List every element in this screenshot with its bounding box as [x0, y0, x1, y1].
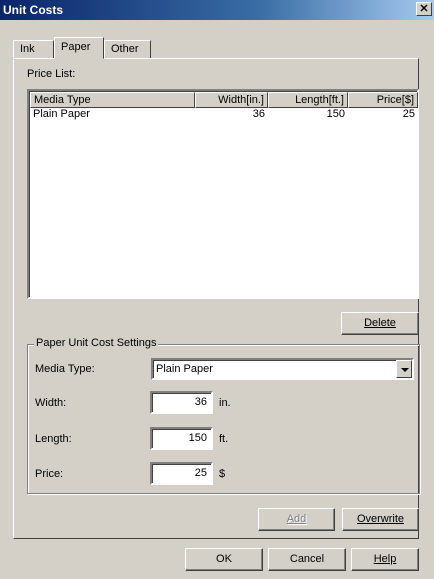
table-row[interactable]: Plain Paper 36 150 25	[30, 108, 416, 122]
price-list[interactable]: Media Type Width[in.] Length[ft.] Price[…	[27, 89, 419, 299]
cell-price: 25	[402, 108, 415, 120]
price-unit: $	[219, 468, 226, 480]
width-label: Width:	[35, 397, 67, 409]
help-button[interactable]: Help	[351, 548, 419, 571]
media-type-value: Plain Paper	[156, 363, 213, 375]
tab-other[interactable]: Other	[104, 40, 151, 59]
length-unit: ft.	[219, 433, 229, 445]
media-type-label: Media Type:	[35, 363, 95, 375]
chevron-down-icon[interactable]	[396, 360, 412, 378]
tab-paper[interactable]: Paper	[54, 37, 104, 59]
tab-ink[interactable]: Ink	[13, 40, 54, 59]
length-label: Length:	[35, 433, 72, 445]
cell-length: 150	[326, 108, 345, 120]
delete-button[interactable]: Delete	[341, 312, 419, 335]
add-button[interactable]: Add	[258, 508, 335, 531]
width-unit: in.	[219, 397, 231, 409]
price-list-header: Media Type Width[in.] Length[ft.] Price[…	[30, 92, 418, 108]
title-bar: Unit Costs ✕	[0, 0, 434, 20]
cell-media-type: Plain Paper	[33, 108, 90, 120]
column-price[interactable]: Price[$]	[348, 92, 418, 108]
ok-button[interactable]: OK	[185, 548, 263, 571]
column-length[interactable]: Length[ft.]	[268, 92, 348, 108]
media-type-select[interactable]: Plain Paper	[151, 358, 414, 380]
length-field[interactable]: 150	[150, 427, 213, 450]
close-icon[interactable]: ✕	[416, 2, 432, 16]
cell-width: 36	[252, 108, 265, 120]
overwrite-button[interactable]: Overwrite	[342, 508, 419, 531]
column-media-type[interactable]: Media Type	[30, 92, 195, 108]
window-title: Unit Costs	[3, 3, 63, 17]
price-field[interactable]: 25	[150, 462, 213, 485]
price-label: Price:	[35, 468, 64, 480]
cancel-button[interactable]: Cancel	[268, 548, 346, 571]
width-field[interactable]: 36	[150, 391, 213, 414]
column-width[interactable]: Width[in.]	[195, 92, 268, 108]
settings-group-title: Paper Unit Cost Settings	[34, 337, 159, 349]
price-list-label: Price List:	[27, 68, 76, 80]
